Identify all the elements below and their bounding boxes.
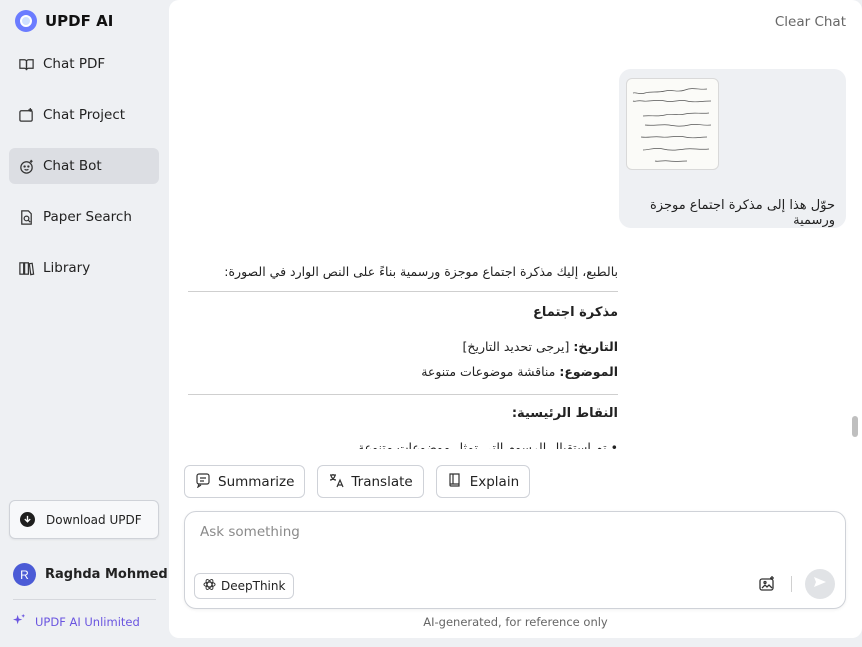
quick-actions: Summarize Translate Explain bbox=[184, 465, 531, 498]
download-updf-button[interactable]: Download UPDF bbox=[9, 500, 159, 539]
answer-divider bbox=[188, 394, 618, 395]
attached-image-thumbnail[interactable] bbox=[626, 78, 719, 170]
folder-plus-icon bbox=[18, 107, 35, 124]
composer-separator bbox=[791, 576, 792, 592]
answer-points-heading: النقاط الرئيسية: bbox=[511, 406, 618, 421]
translate-label: Translate bbox=[351, 473, 413, 490]
send-icon bbox=[813, 575, 827, 594]
user-profile[interactable]: R Raghda Mohmed bbox=[13, 563, 168, 586]
sparkle-icon bbox=[13, 614, 26, 630]
explain-button[interactable]: Explain bbox=[435, 465, 531, 498]
summarize-button[interactable]: Summarize bbox=[184, 465, 306, 498]
sidebar-item-label: Paper Search bbox=[43, 209, 132, 225]
chat-scrollbar[interactable] bbox=[852, 416, 858, 437]
book-open-icon bbox=[18, 56, 35, 73]
sidebar-item-label: Chat PDF bbox=[43, 56, 106, 72]
translate-button[interactable]: Translate bbox=[317, 465, 424, 498]
ask-input[interactable] bbox=[200, 524, 800, 540]
subject-value: مناقشة موضوعات متنوعة bbox=[421, 364, 560, 379]
summarize-label: Summarize bbox=[218, 473, 295, 490]
document-search-icon bbox=[18, 209, 35, 226]
answer-divider bbox=[188, 291, 618, 292]
sidebar-item-label: Chat Bot bbox=[43, 158, 102, 174]
sidebar-item-chat-bot[interactable]: Chat Bot bbox=[9, 148, 159, 184]
brand[interactable]: UPDF AI bbox=[15, 10, 113, 32]
send-button[interactable] bbox=[805, 569, 835, 599]
sidebar-item-label: Library bbox=[43, 260, 91, 276]
book-icon bbox=[447, 472, 463, 492]
answer-heading: مذكرة اجتماع bbox=[532, 305, 618, 320]
updf-logo-icon bbox=[15, 10, 37, 32]
answer-date-line: التاريخ: [يرجى تحديد التاريخ] bbox=[463, 339, 618, 354]
sidebar-nav: Chat PDF Chat Project Chat Bot Paper Sea… bbox=[9, 46, 159, 301]
answer-subject-line: الموضوع: مناقشة موضوعات متنوعة bbox=[421, 364, 618, 379]
translate-icon bbox=[328, 472, 344, 492]
user-name: Raghda Mohmed bbox=[45, 567, 168, 582]
sidebar: UPDF AI Chat PDF Chat Project Chat Bot P… bbox=[0, 0, 168, 647]
bot-face-icon bbox=[18, 158, 35, 175]
clear-chat-button[interactable]: Clear Chat bbox=[775, 14, 846, 30]
ai-disclaimer: AI-generated, for reference only bbox=[423, 615, 608, 629]
library-icon bbox=[18, 260, 35, 277]
message-composer: DeepThink bbox=[184, 511, 846, 609]
user-message-bubble: حوّل هذا إلى مذكرة اجتماع موجزة ورسمية bbox=[619, 69, 846, 228]
image-upload-icon[interactable] bbox=[758, 575, 776, 593]
atom-icon bbox=[203, 578, 216, 594]
sidebar-item-chat-pdf[interactable]: Chat PDF bbox=[9, 46, 159, 82]
subject-label: الموضوع: bbox=[559, 364, 618, 379]
summarize-icon bbox=[195, 472, 211, 492]
sidebar-item-chat-project[interactable]: Chat Project bbox=[9, 97, 159, 133]
chat-panel: Clear Chat حوّل هذا إلى مذكرة اجتماع موج… bbox=[169, 0, 862, 638]
download-label: Download UPDF bbox=[46, 512, 142, 527]
user-message-text: حوّل هذا إلى مذكرة اجتماع موجزة ورسمية bbox=[649, 198, 835, 228]
answer-point-item: • تم استقبال الرسوم التي تمثل موضوعات مت… bbox=[357, 440, 618, 449]
sidebar-item-library[interactable]: Library bbox=[9, 250, 159, 286]
upgrade-link[interactable]: UPDF AI Unlimited bbox=[13, 614, 140, 630]
explain-label: Explain bbox=[469, 473, 520, 490]
date-label: التاريخ: bbox=[573, 339, 618, 354]
avatar: R bbox=[13, 563, 36, 586]
sidebar-item-label: Chat Project bbox=[43, 107, 126, 123]
upgrade-label: UPDF AI Unlimited bbox=[35, 615, 140, 629]
date-value: [يرجى تحديد التاريخ] bbox=[462, 339, 574, 354]
deepthink-label: DeepThink bbox=[221, 579, 286, 593]
sidebar-divider bbox=[13, 599, 156, 600]
app-name: UPDF AI bbox=[45, 12, 114, 30]
deepthink-toggle[interactable]: DeepThink bbox=[194, 573, 295, 599]
download-icon bbox=[20, 512, 35, 527]
sidebar-item-paper-search[interactable]: Paper Search bbox=[9, 199, 159, 235]
answer-intro: بالطبع، إليك مذكرة اجتماع موجزة ورسمية ب… bbox=[224, 264, 618, 279]
